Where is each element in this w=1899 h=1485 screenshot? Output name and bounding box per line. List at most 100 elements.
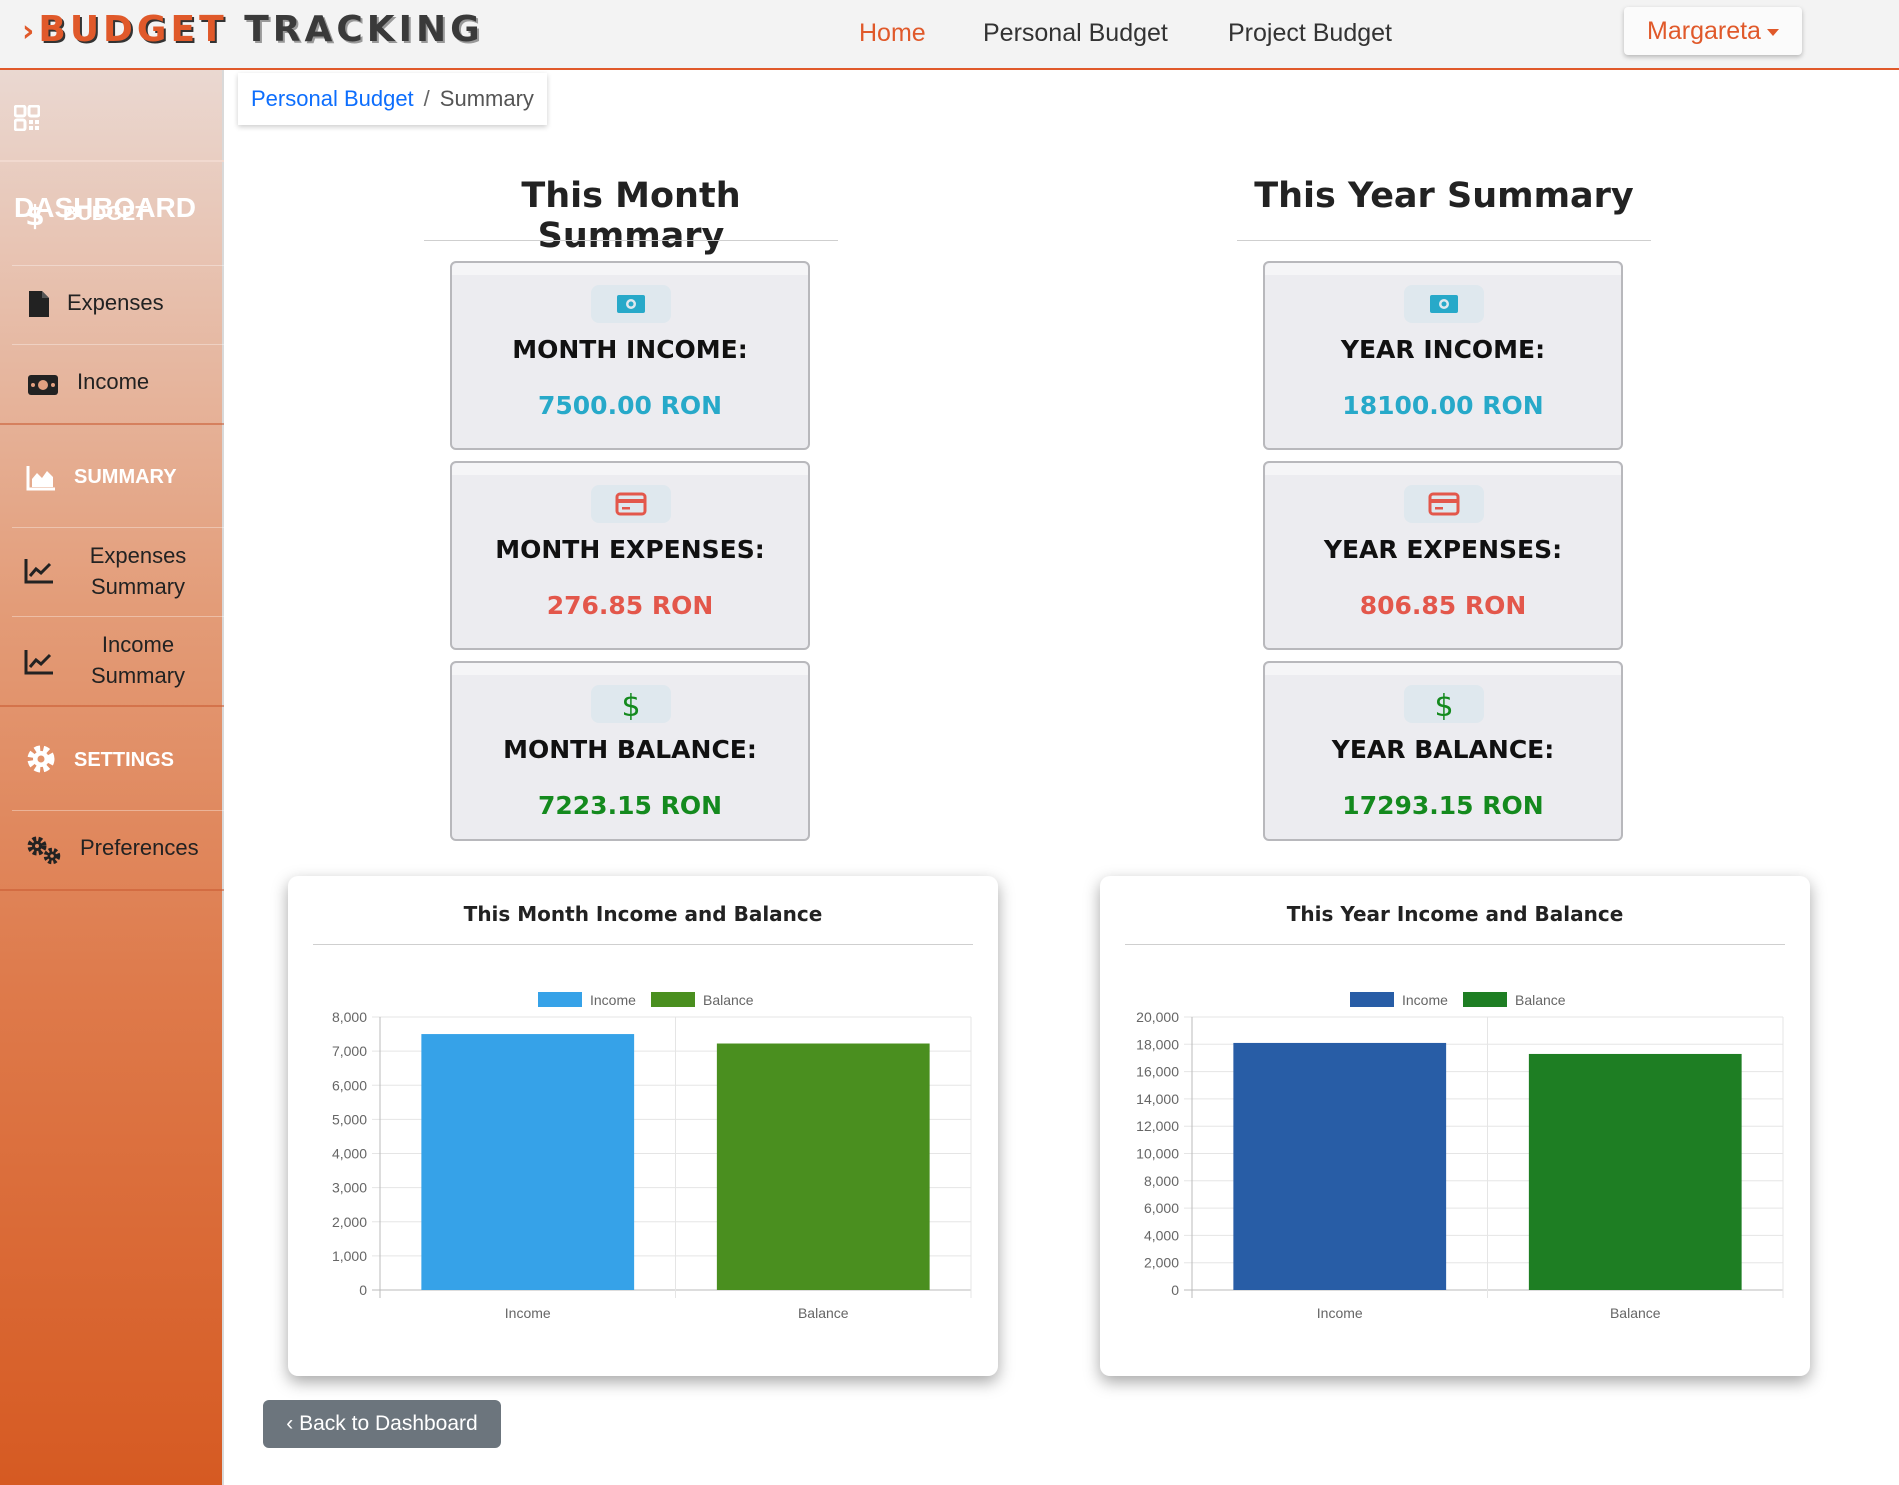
bar xyxy=(716,1043,930,1290)
y-tick-label: 16,000 xyxy=(1136,1064,1179,1080)
area-chart-icon xyxy=(26,466,55,491)
dollar-icon: $ xyxy=(25,200,44,230)
sidebar-item-income-summary[interactable]: Income Summary xyxy=(0,617,224,703)
chevron-right-icon: › xyxy=(22,14,35,49)
y-tick-label: 4,000 xyxy=(1144,1227,1179,1243)
svg-text:$: $ xyxy=(1434,689,1453,720)
divider xyxy=(0,423,224,425)
card-header xyxy=(1265,663,1621,675)
card-label: MONTH EXPENSES: xyxy=(495,535,765,564)
year-income-card: YEAR INCOME: 18100.00 RON xyxy=(1263,261,1623,450)
sidebar-section-label: BUDGET xyxy=(63,203,148,225)
sidebar-section-label: SUMMARY xyxy=(74,466,177,488)
sidebar-item-income[interactable]: Income xyxy=(0,345,224,423)
card-header xyxy=(1265,463,1621,475)
y-tick-label: 12,000 xyxy=(1136,1118,1179,1134)
caret-down-icon xyxy=(1766,28,1779,36)
x-tick-label: Income xyxy=(505,1305,551,1321)
month-chart-card: This Month Income and Balance Income Bala… xyxy=(288,876,998,1376)
card-header xyxy=(452,663,808,675)
month-balance-card: $ MONTH BALANCE: 7223.15 RON xyxy=(450,661,810,841)
card-header xyxy=(452,263,808,275)
user-menu-button[interactable]: Margareta xyxy=(1624,7,1802,55)
sidebar-section-budget[interactable]: $ BUDGET xyxy=(0,182,224,246)
money-bill-icon xyxy=(28,375,58,395)
back-button-label: Back to Dashboard xyxy=(299,1412,478,1435)
legend-label: Income xyxy=(1402,992,1448,1008)
sidebar-item-preferences[interactable]: Preferences xyxy=(0,811,224,889)
icon-badge xyxy=(1404,485,1484,523)
sidebar-item-label: Expenses Summary xyxy=(89,543,187,599)
card-header xyxy=(1265,263,1621,275)
legend-label: Balance xyxy=(703,992,754,1008)
y-tick-label: 4,000 xyxy=(332,1146,367,1162)
sidebar: DASHBOARD $ BUDGET Expenses Income SUMMA… xyxy=(0,70,224,1485)
brand-bold: BUDGET xyxy=(38,9,228,50)
card-value: 7223.15 RON xyxy=(538,791,722,820)
gear-icon xyxy=(27,745,55,773)
dashboard-grid-icon xyxy=(14,104,40,131)
breadcrumb-link-personal-budget[interactable]: Personal Budget xyxy=(251,86,414,111)
x-tick-label: Balance xyxy=(1610,1305,1661,1321)
y-tick-label: 14,000 xyxy=(1136,1091,1179,1107)
card-value: 17293.15 RON xyxy=(1342,791,1544,820)
back-to-dashboard-button[interactable]: ‹ Back to Dashboard xyxy=(263,1400,501,1448)
sidebar-item-expenses-summary[interactable]: Expenses Summary xyxy=(0,528,224,616)
card-label: MONTH BALANCE: xyxy=(503,735,757,764)
legend-label: Income xyxy=(590,992,636,1008)
nav-personal-budget-link[interactable]: Personal Budget xyxy=(983,18,1168,48)
brand-rest: TRACKING xyxy=(244,9,484,50)
y-tick-label: 10,000 xyxy=(1136,1146,1179,1162)
line-chart-icon xyxy=(24,559,53,584)
legend-swatch xyxy=(538,992,582,1007)
user-name: Margareta xyxy=(1647,17,1761,45)
card-value: 276.85 RON xyxy=(546,591,714,620)
card-value: 806.85 RON xyxy=(1359,591,1527,620)
year-chart-card: This Year Income and Balance Income Balan… xyxy=(1100,876,1810,1376)
nav-project-budget-link[interactable]: Project Budget xyxy=(1228,18,1392,48)
sidebar-item-label: Preferences xyxy=(80,835,199,860)
y-tick-label: 2,000 xyxy=(332,1214,367,1230)
y-tick-label: 2,000 xyxy=(1144,1255,1179,1271)
bar xyxy=(1528,1053,1742,1290)
legend-swatch xyxy=(1463,992,1507,1007)
y-tick-label: 6,000 xyxy=(332,1077,367,1093)
nav-home-link[interactable]: Home xyxy=(859,18,926,48)
money-bill-icon xyxy=(1430,295,1458,313)
svg-text:$: $ xyxy=(621,689,640,720)
y-tick-label: 1,000 xyxy=(332,1248,367,1264)
gears-icon xyxy=(27,836,61,865)
y-tick-label: 6,000 xyxy=(1144,1200,1179,1216)
y-tick-label: 0 xyxy=(1171,1282,1179,1298)
dollar-icon: $ xyxy=(621,689,640,720)
sidebar-section-settings[interactable]: SETTINGS xyxy=(0,728,224,792)
legend-swatch xyxy=(1350,992,1394,1007)
bar xyxy=(1233,1042,1447,1290)
divider xyxy=(1237,240,1651,241)
icon-badge xyxy=(591,485,671,523)
sidebar-dashboard-link[interactable]: DASHBOARD xyxy=(0,70,224,223)
svg-text:$: $ xyxy=(25,200,44,230)
card-header xyxy=(452,463,808,475)
brand-logo[interactable]: › BUDGET TRACKING xyxy=(22,8,484,54)
credit-card-icon xyxy=(615,492,647,516)
y-tick-label: 7,000 xyxy=(332,1043,367,1059)
card-value: 18100.00 RON xyxy=(1342,391,1544,420)
month-expenses-card: MONTH EXPENSES: 276.85 RON xyxy=(450,461,810,650)
sidebar-item-label: Income xyxy=(77,369,150,394)
divider xyxy=(0,705,224,707)
card-label: YEAR EXPENSES: xyxy=(1323,535,1563,564)
icon-badge: $ xyxy=(591,685,671,723)
y-tick-label: 3,000 xyxy=(332,1180,367,1196)
sidebar-item-expenses[interactable]: Expenses xyxy=(0,266,224,344)
line-chart-icon xyxy=(24,650,53,675)
breadcrumb-current: Summary xyxy=(439,86,534,111)
money-bill-icon xyxy=(617,295,645,313)
month-income-balance-chart: Income Balance 0 1,000 2,000 3,000 4,000 5,000 6… xyxy=(332,992,972,1321)
sidebar-section-summary[interactable]: SUMMARY xyxy=(0,445,224,509)
sidebar-item-label: Income Summary xyxy=(90,632,186,688)
icon-badge xyxy=(1404,285,1484,323)
breadcrumb-separator: / xyxy=(423,86,430,111)
card-label: YEAR INCOME: xyxy=(1340,335,1546,364)
card-label: YEAR BALANCE: xyxy=(1331,735,1555,764)
